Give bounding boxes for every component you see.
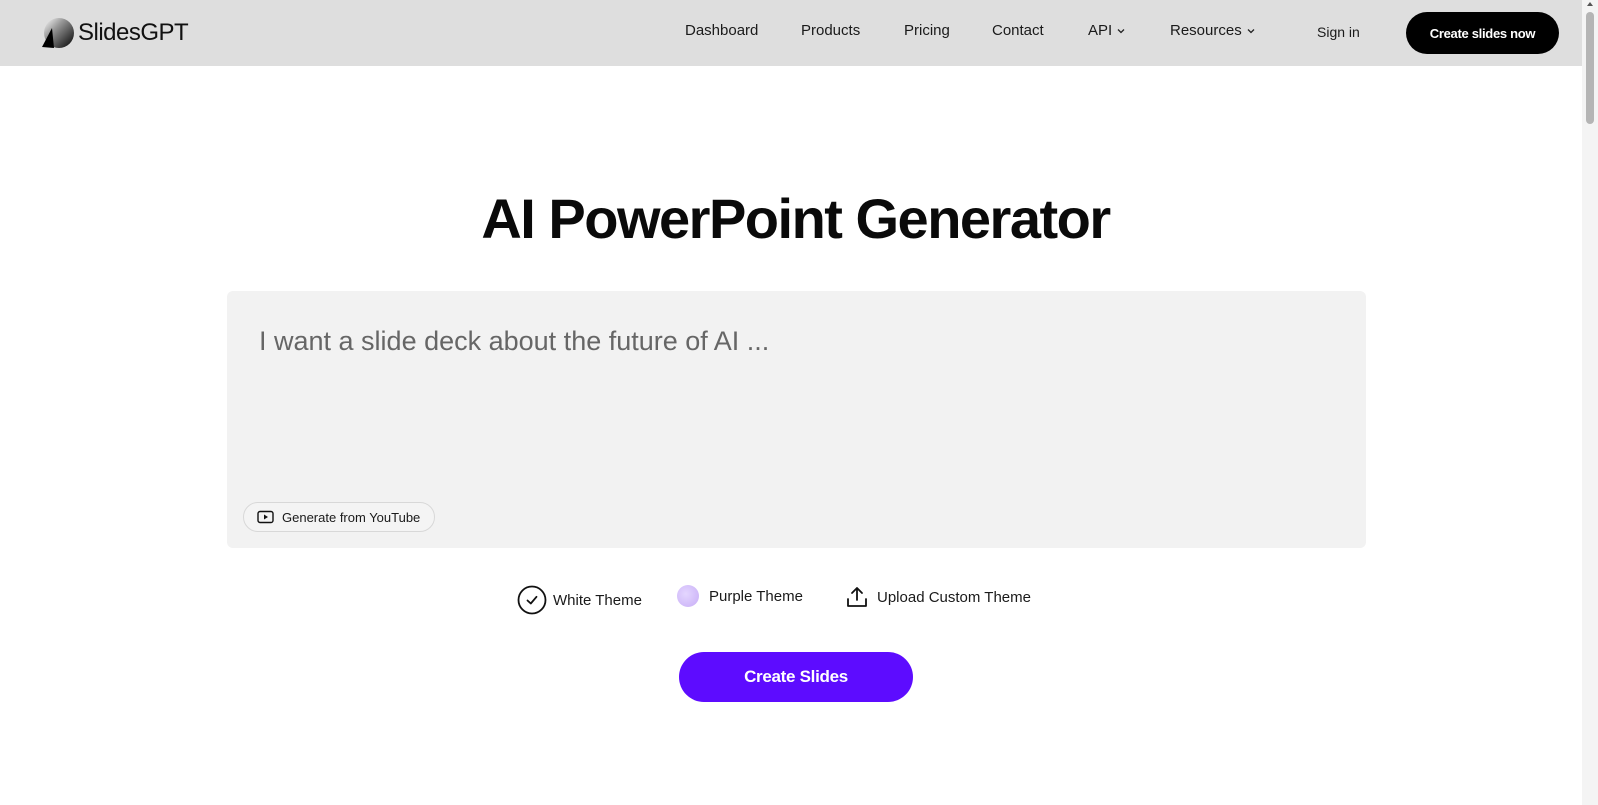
nav-dashboard[interactable]: Dashboard [685,22,758,39]
chevron-down-icon [1247,28,1255,33]
nav-products[interactable]: Products [801,22,860,39]
theme-purple-label: Purple Theme [709,587,803,605]
check-circle-icon [517,585,547,615]
nav-resources[interactable]: Resources [1170,22,1256,39]
youtube-button-label: Generate from YouTube [282,509,421,525]
sign-in-link[interactable]: Sign in [1317,24,1360,40]
scrollbar-thumb[interactable] [1586,12,1594,124]
upload-icon [847,587,867,607]
nav-pricing-label: Pricing [904,22,950,39]
generate-from-youtube-button[interactable]: Generate from YouTube [243,502,435,532]
create-slides-now-button[interactable]: Create slides now [1406,12,1559,54]
nav-contact[interactable]: Contact [992,22,1044,39]
theme-option-purple[interactable]: Purple Theme [677,585,803,607]
purple-swatch-icon [677,585,699,607]
prompt-input[interactable] [259,321,1319,361]
page: SlidesGPT Dashboard Products Pricing Con… [0,0,1598,805]
theme-option-upload[interactable]: Upload Custom Theme [845,585,1031,609]
logo[interactable]: SlidesGPT [40,14,189,52]
nav-products-label: Products [801,22,861,39]
theme-option-white[interactable]: White Theme [517,585,642,615]
nav-resources-label: Resources [1170,22,1242,39]
scrollbar[interactable] [1582,0,1598,805]
top-nav-bar: SlidesGPT Dashboard Products Pricing Con… [0,0,1582,66]
page-title: AI PowerPoint Generator [481,187,1111,250]
brand-name: SlidesGPT [78,19,189,46]
video-play-icon [257,510,274,524]
nav-api-label: API [1088,22,1113,39]
theme-white-label: White Theme [553,591,642,609]
create-slides-button[interactable]: Create Slides [679,652,913,702]
logo-icon [42,18,74,48]
theme-upload-label: Upload Custom Theme [877,588,1031,606]
nav-contact-label: Contact [992,22,1044,39]
nav-pricing[interactable]: Pricing [904,22,950,39]
prompt-box: Generate from YouTube [227,291,1366,548]
nav-dashboard-label: Dashboard [685,22,759,39]
chevron-down-icon [1117,28,1125,33]
scroll-up-arrow-icon[interactable] [1586,0,1594,8]
nav-api[interactable]: API [1088,22,1126,39]
